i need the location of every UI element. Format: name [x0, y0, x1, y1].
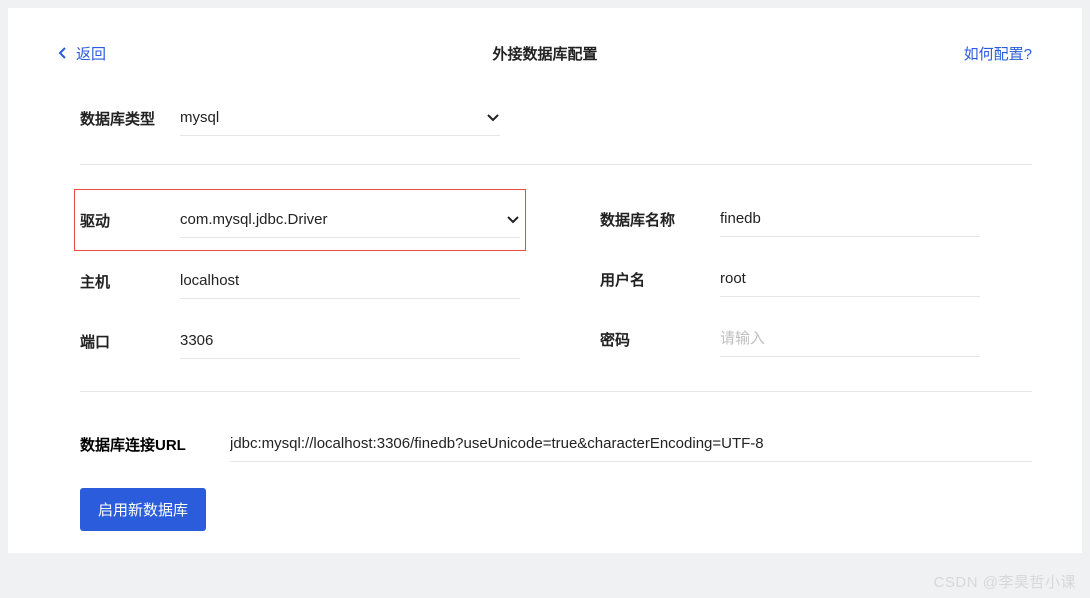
watermark: CSDN @李昊哲小课 — [934, 571, 1076, 592]
password-row: 密码 — [600, 309, 980, 369]
back-label: 返回 — [76, 43, 106, 64]
db-type-row: 数据库类型 mysql — [80, 100, 1032, 165]
divider — [80, 391, 1032, 392]
db-type-label: 数据库类型 — [80, 108, 180, 129]
back-link[interactable]: 返回 — [58, 43, 106, 64]
config-panel: 返回 外接数据库配置 如何配置? 数据库类型 mysql 驱动 com.mysq — [8, 8, 1082, 553]
db-type-select[interactable]: mysql — [180, 100, 500, 136]
driver-select[interactable]: com.mysql.jdbc.Driver — [180, 202, 520, 238]
url-label: 数据库连接URL — [80, 434, 230, 455]
driver-value: com.mysql.jdbc.Driver — [180, 211, 506, 228]
driver-highlight-box: 驱动 com.mysql.jdbc.Driver — [74, 189, 526, 251]
help-link[interactable]: 如何配置? — [964, 43, 1032, 64]
password-label: 密码 — [600, 329, 720, 350]
enable-db-button[interactable]: 启用新数据库 — [80, 488, 206, 531]
username-row: 用户名 — [600, 249, 980, 309]
username-label: 用户名 — [600, 269, 720, 290]
port-label: 端口 — [80, 331, 180, 352]
chevron-down-icon — [506, 215, 520, 225]
dbname-row: 数据库名称 — [600, 189, 980, 249]
form-area: 数据库类型 mysql 驱动 com.mysql.jdbc.Driver — [58, 100, 1032, 531]
chevron-left-icon — [58, 46, 68, 60]
chevron-down-icon — [486, 113, 500, 123]
host-label: 主机 — [80, 271, 180, 292]
header: 返回 外接数据库配置 如何配置? — [58, 38, 1032, 68]
port-input[interactable] — [180, 323, 520, 359]
dbname-label: 数据库名称 — [600, 209, 720, 230]
url-row: 数据库连接URL — [80, 422, 1032, 466]
url-input[interactable] — [230, 426, 1032, 462]
driver-row: 驱动 com.mysql.jdbc.Driver — [80, 190, 520, 250]
driver-label: 驱动 — [80, 210, 180, 231]
page-title: 外接数据库配置 — [58, 43, 1032, 64]
port-row: 端口 — [80, 311, 520, 371]
db-type-value: mysql — [180, 109, 486, 126]
password-input[interactable] — [720, 321, 980, 357]
dbname-input[interactable] — [720, 201, 980, 237]
username-input[interactable] — [720, 261, 980, 297]
host-row: 主机 — [80, 251, 520, 311]
host-input[interactable] — [180, 263, 520, 299]
